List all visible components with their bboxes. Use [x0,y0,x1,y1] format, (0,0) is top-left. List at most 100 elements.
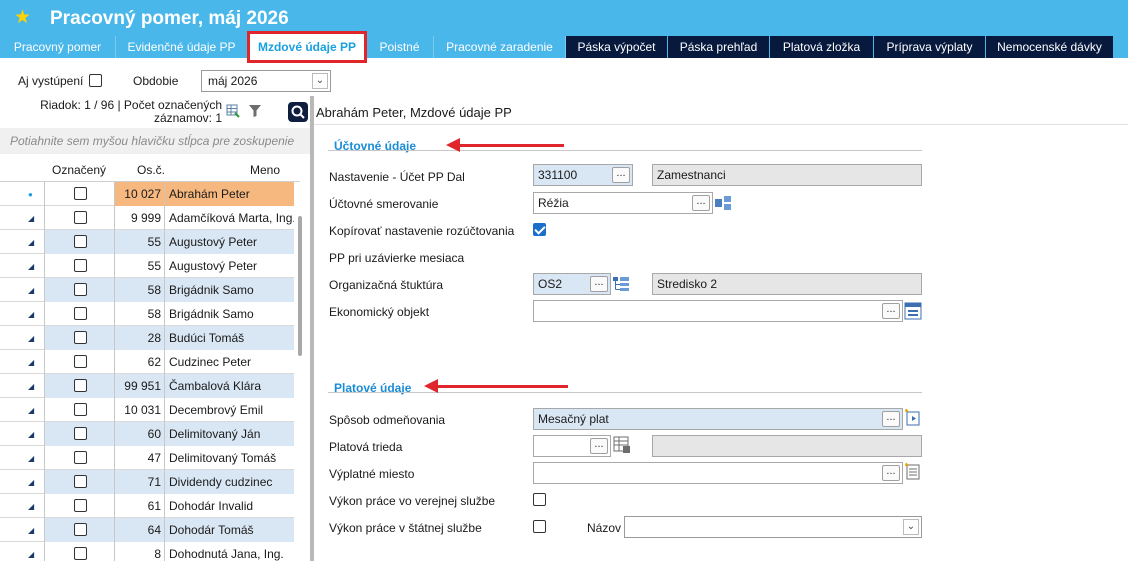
eko-field[interactable]: ... [533,300,903,322]
new-item-icon[interactable] [904,408,922,426]
row-indicator-icon: ◢ [28,334,35,343]
row-indicator-icon: ◢ [28,238,35,247]
nazov-select[interactable]: ⌄ [624,516,922,538]
search-icon[interactable] [288,102,308,122]
row-checkbox[interactable] [74,547,87,560]
column-header-oznaceny[interactable]: Označený [52,158,106,182]
filter-icon[interactable] [248,104,262,118]
org-description: Stredisko 2 [652,273,922,295]
miesto-field[interactable]: ... [533,462,903,484]
annotation-arrow [446,138,564,152]
row-checkbox[interactable] [74,427,87,440]
browse-button[interactable]: ... [612,167,630,183]
chevron-down-icon[interactable]: ⌄ [312,73,328,89]
cell-meno: Brigádnik Samo [164,278,294,302]
browse-button[interactable]: ... [590,438,608,454]
obdobie-value: máj 2026 [208,74,258,88]
tab-evidencne-udaje[interactable]: Evidenčné údaje PP [116,36,248,58]
cell-meno: Adamčíková Marta, Ing. [164,206,294,230]
cell-osc: 71 [114,470,164,494]
grid-scrollbar[interactable] [298,216,302,356]
table-row[interactable]: ◢ 47 Delimitovaný Tomáš [0,446,294,470]
smerovanie-field[interactable]: Réžia ... [533,192,713,214]
table-row[interactable]: ◢ 9 999 Adamčíková Marta, Ing. [0,206,294,230]
row-checkbox[interactable] [74,475,87,488]
tab-pracovny-pomer[interactable]: Pracovný pomer [0,36,116,58]
cell-osc: 10 027 [114,182,164,206]
table-row[interactable]: ◢ 8 Dohodnutá Jana, Ing. [0,542,294,561]
column-header-osc[interactable]: Os.č. [137,158,165,182]
cell-meno: Abrahám Peter [164,182,294,206]
cell-meno: Cudzinec Peter [164,350,294,374]
table-row[interactable]: ◢ 55 Augustový Peter [0,254,294,278]
tab-pracovne-zaradenie[interactable]: Pracovné zaradenie [434,36,566,58]
aj-vystupeni-checkbox[interactable] [89,74,102,87]
tab-platova-zlozka[interactable]: Platová zložka [770,36,874,58]
browse-button[interactable]: ... [882,465,900,481]
favorite-star-icon[interactable]: ★ [14,6,31,29]
table-row[interactable]: ◢ 62 Cudzinec Peter [0,350,294,374]
table-row[interactable]: ◢ 10 031 Decembrový Emil [0,398,294,422]
table-lookup-icon[interactable] [613,436,631,454]
row-checkbox[interactable] [74,307,87,320]
nastavenie-field[interactable]: 331100 ... [533,164,633,186]
org-value: OS2 [538,277,563,291]
nazov-label: Názov [587,521,622,535]
row-checkbox[interactable] [74,211,87,224]
cell-meno: Dohodár Invalid [164,494,294,518]
tab-nemocenske-davky[interactable]: Nemocenské dávky [986,36,1114,58]
kopirovat-checkbox[interactable] [533,223,546,236]
nastavenie-value: 331100 [538,168,578,182]
org-field[interactable]: OS2 ... [533,273,611,295]
org-tree-icon[interactable] [612,275,630,293]
table-row[interactable]: ● 10 027 Abrahám Peter [0,182,294,206]
table-row[interactable]: ◢ 55 Augustový Peter [0,230,294,254]
list-icon[interactable] [904,302,922,320]
cell-meno: Augustový Peter [164,254,294,278]
cell-osc: 9 999 [114,206,164,230]
row-checkbox[interactable] [74,355,87,368]
export-grid-icon[interactable] [226,104,240,118]
tab-paska-prehlad[interactable]: Páska prehľad [668,36,770,58]
sposob-field[interactable]: Mesačný plat ... [533,408,903,430]
row-checkbox[interactable] [74,379,87,392]
cell-osc: 47 [114,446,164,470]
pp-uzavierke-label: PP pri uzávierke mesiaca [329,251,465,265]
grid-header: Označený Os.č. Meno [0,158,300,182]
table-row[interactable]: ◢ 99 951 Čambalová Klára [0,374,294,398]
row-checkbox[interactable] [74,283,87,296]
tab-priprava-vyplaty[interactable]: Príprava výplaty [874,36,986,58]
tab-poistne[interactable]: Poistné [366,36,434,58]
browse-button[interactable]: ... [590,276,608,292]
statnej-checkbox[interactable] [533,520,546,533]
row-checkbox[interactable] [74,187,87,200]
row-indicator-icon: ◢ [28,454,35,463]
notes-icon[interactable] [904,462,922,480]
tab-mzdove-udaje[interactable]: Mzdové údaje PP [247,31,367,63]
table-row[interactable]: ◢ 28 Budúci Tomáš [0,326,294,350]
tab-paska-vypocet[interactable]: Páska výpočet [566,36,668,58]
trieda-field[interactable]: ... [533,435,611,457]
browse-button[interactable]: ... [882,303,900,319]
table-row[interactable]: ◢ 60 Delimitovaný Ján [0,422,294,446]
routing-icon[interactable] [714,194,732,212]
browse-button[interactable]: ... [692,195,710,211]
row-checkbox[interactable] [74,235,87,248]
table-row[interactable]: ◢ 58 Brigádnik Samo [0,302,294,326]
row-checkbox[interactable] [74,451,87,464]
row-checkbox[interactable] [74,523,87,536]
column-header-meno[interactable]: Meno [250,158,280,182]
table-row[interactable]: ◢ 61 Dohodár Invalid [0,494,294,518]
row-checkbox[interactable] [74,403,87,416]
table-row[interactable]: ◢ 71 Dividendy cudzinec [0,470,294,494]
row-checkbox[interactable] [74,331,87,344]
row-checkbox[interactable] [74,259,87,272]
browse-button[interactable]: ... [882,411,900,427]
row-checkbox[interactable] [74,499,87,512]
table-row[interactable]: ◢ 58 Brigádnik Samo [0,278,294,302]
verejnej-checkbox[interactable] [533,493,546,506]
group-by-hint[interactable]: Potiahnite sem myšou hlavičku stĺpca pre… [0,128,312,154]
obdobie-select[interactable]: máj 2026 ⌄ [201,70,331,92]
table-row[interactable]: ◢ 64 Dohodár Tomáš [0,518,294,542]
chevron-down-icon[interactable]: ⌄ [903,519,919,535]
